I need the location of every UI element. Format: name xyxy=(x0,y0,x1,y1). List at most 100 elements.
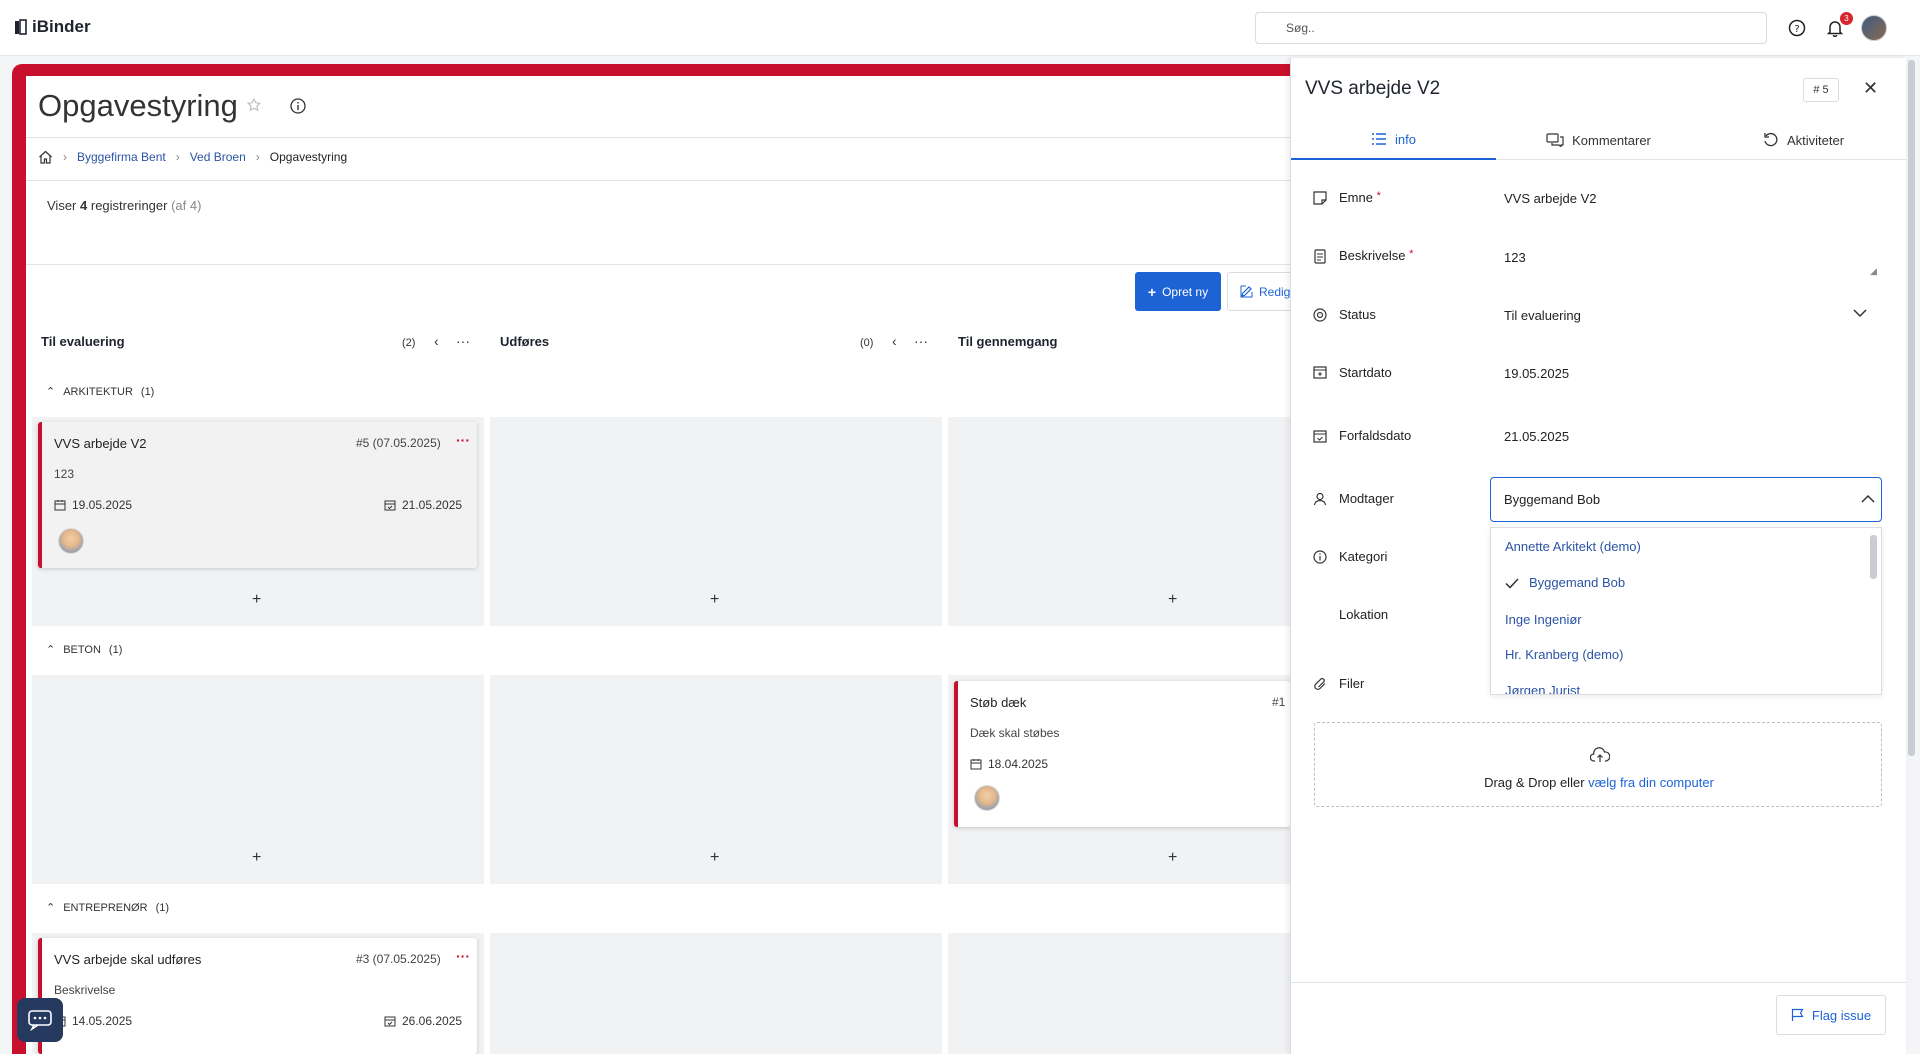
breadcrumb: › Byggefirma Bent › Ved Broen › Opgavest… xyxy=(38,150,347,164)
recipient-option-selected[interactable]: Byggemand Bob xyxy=(1529,575,1625,590)
notification-badge: 3 xyxy=(1840,12,1853,25)
user-avatar[interactable] xyxy=(1861,15,1887,41)
add-task-plus-icon[interactable]: + xyxy=(1168,849,1177,867)
search-input[interactable]: Søg.. xyxy=(1255,12,1767,44)
collapse-column-chevron-icon[interactable]: ‹ xyxy=(892,333,897,349)
card-menu-icon[interactable]: ··· xyxy=(456,948,470,964)
status-select[interactable]: Til evaluering xyxy=(1504,308,1581,323)
file-dropzone[interactable]: Drag & Drop eller vælg fra din computer xyxy=(1314,722,1882,807)
add-task-plus-icon[interactable]: + xyxy=(710,849,719,867)
lane xyxy=(948,933,1290,1054)
task-card[interactable]: Støb dæk #1 Dæk skal støbes 18.04.2025 xyxy=(954,681,1290,827)
comments-icon xyxy=(1546,133,1564,147)
column-menu-icon[interactable]: ··· xyxy=(456,333,470,349)
kategori-label: Kategori xyxy=(1339,549,1388,564)
favorite-star-icon[interactable] xyxy=(247,98,261,112)
dropdown-scrollbar[interactable] xyxy=(1870,535,1877,579)
panel-footer-divider xyxy=(1291,982,1906,983)
card-title: VVS arbejde skal udføres xyxy=(54,952,202,967)
startdato-label: Startdato xyxy=(1339,365,1392,380)
status-icon xyxy=(1312,307,1328,323)
create-new-button[interactable]: + Opret ny xyxy=(1135,272,1221,311)
panel-title: VVS arbejde V2 xyxy=(1305,78,1441,99)
column-count: (0) xyxy=(860,337,874,349)
flag-issue-button[interactable]: Flag issue xyxy=(1776,995,1886,1035)
chevron-up-icon: ⌃ xyxy=(46,902,56,914)
card-menu-icon[interactable]: ··· xyxy=(456,432,470,448)
page-title: Opgavestyring xyxy=(38,88,238,123)
info-circle-icon xyxy=(1312,549,1328,565)
tab-kommentarer[interactable]: Kommentarer xyxy=(1496,120,1701,160)
calendar-check-icon xyxy=(1312,428,1328,444)
ibinder-logo[interactable]: iBinder xyxy=(14,17,91,37)
calendar-plus-icon xyxy=(1312,364,1328,380)
recipient-option[interactable]: Jørgen Jurist xyxy=(1505,683,1580,694)
add-task-plus-icon[interactable]: + xyxy=(252,849,261,867)
close-icon[interactable]: ✕ xyxy=(1863,78,1878,99)
recipient-option[interactable]: Annette Arkitekt (demo) xyxy=(1505,539,1641,554)
forfaldsdato-field[interactable]: 21.05.2025 xyxy=(1504,429,1569,444)
column-header-til-evaluering: Til evaluering xyxy=(41,334,125,349)
column-count: (2) xyxy=(402,337,416,349)
chevron-right-icon: › xyxy=(175,150,180,164)
column-header-udfores: Udføres xyxy=(500,334,550,349)
note-icon xyxy=(1312,190,1328,206)
chat-icon xyxy=(28,1010,52,1031)
beskrivelse-textarea[interactable]: 123 xyxy=(1504,250,1526,265)
home-icon[interactable] xyxy=(38,150,53,164)
card-number: #3 (07.05.2025) xyxy=(356,952,441,966)
help-icon[interactable]: ? xyxy=(1786,17,1808,39)
recipient-dropdown: Annette Arkitekt (demo) Byggemand Bob In… xyxy=(1490,527,1882,695)
checkmark-icon xyxy=(1505,578,1519,589)
breadcrumb-item[interactable]: Byggefirma Bent xyxy=(77,150,166,164)
info-icon[interactable] xyxy=(290,98,306,114)
brand-name: iBinder xyxy=(32,17,91,36)
plus-icon: + xyxy=(1147,283,1157,300)
startdato-field[interactable]: 19.05.2025 xyxy=(1504,366,1569,381)
chevron-down-icon[interactable] xyxy=(1853,309,1867,318)
choose-file-link[interactable]: vælg fra din computer xyxy=(1588,775,1714,790)
task-number-badge: # 5 xyxy=(1803,78,1839,102)
lokation-label: Lokation xyxy=(1339,607,1389,622)
column-menu-icon[interactable]: ··· xyxy=(914,333,928,349)
group-header-entreprenor[interactable]: ⌃ ENTREPRENØR (1) xyxy=(46,901,169,915)
add-task-plus-icon[interactable]: + xyxy=(252,591,261,609)
calendar-icon xyxy=(54,500,66,511)
card-number: #5 (07.05.2025) xyxy=(356,436,441,450)
resize-handle-icon[interactable]: ◢ xyxy=(1870,266,1877,277)
breadcrumb-item[interactable]: Ved Broen xyxy=(190,150,246,164)
add-task-plus-icon[interactable]: + xyxy=(710,591,719,609)
recipient-option[interactable]: Hr. Kranberg (demo) xyxy=(1505,647,1624,662)
chevron-up-icon: ⌃ xyxy=(46,644,56,656)
card-due-date: 21.05.2025 xyxy=(384,498,462,512)
edit-icon xyxy=(1240,285,1253,298)
tab-aktiviteter[interactable]: Aktiviteter xyxy=(1701,120,1906,160)
recipient-option[interactable]: Inge Ingeniør xyxy=(1505,612,1582,627)
panel-tabs: info Kommentarer Aktiviteter xyxy=(1291,120,1906,160)
divider xyxy=(26,137,1296,138)
emne-field[interactable]: VVS arbejde V2 xyxy=(1504,191,1597,206)
modtager-select[interactable]: Byggemand Bob xyxy=(1490,477,1882,522)
collapse-column-chevron-icon[interactable]: ‹ xyxy=(434,333,439,349)
status-label: Status xyxy=(1339,307,1376,322)
chat-support-button[interactable] xyxy=(17,998,63,1042)
task-card[interactable]: VVS arbejde V2 #5 (07.05.2025) ··· 123 1… xyxy=(38,422,477,568)
card-start-date: 14.05.2025 xyxy=(54,1014,132,1028)
task-card[interactable]: VVS arbejde skal udføres #3 (07.05.2025)… xyxy=(38,938,477,1054)
card-start-date: 18.04.2025 xyxy=(970,757,1048,771)
tab-info[interactable]: info xyxy=(1291,120,1496,160)
top-bar: iBinder Søg.. ? 3 xyxy=(0,0,1920,56)
chevron-right-icon: › xyxy=(255,150,260,164)
group-header-beton[interactable]: ⌃ BETON (1) xyxy=(46,643,122,657)
document-icon xyxy=(1312,248,1328,264)
forfaldsdato-label: Forfaldsdato xyxy=(1339,428,1412,443)
card-description: Dæk skal støbes xyxy=(970,726,1060,740)
divider xyxy=(26,180,1296,181)
card-title: VVS arbejde V2 xyxy=(54,436,147,451)
chevron-up-icon: ⌃ xyxy=(46,386,56,398)
chevron-right-icon: › xyxy=(63,150,67,164)
assignee-avatar xyxy=(974,785,1000,811)
group-header-arkitektur[interactable]: ⌃ ARKITEKTUR (1) xyxy=(46,385,154,399)
page-scrollbar[interactable] xyxy=(1908,60,1915,756)
add-task-plus-icon[interactable]: + xyxy=(1168,591,1177,609)
